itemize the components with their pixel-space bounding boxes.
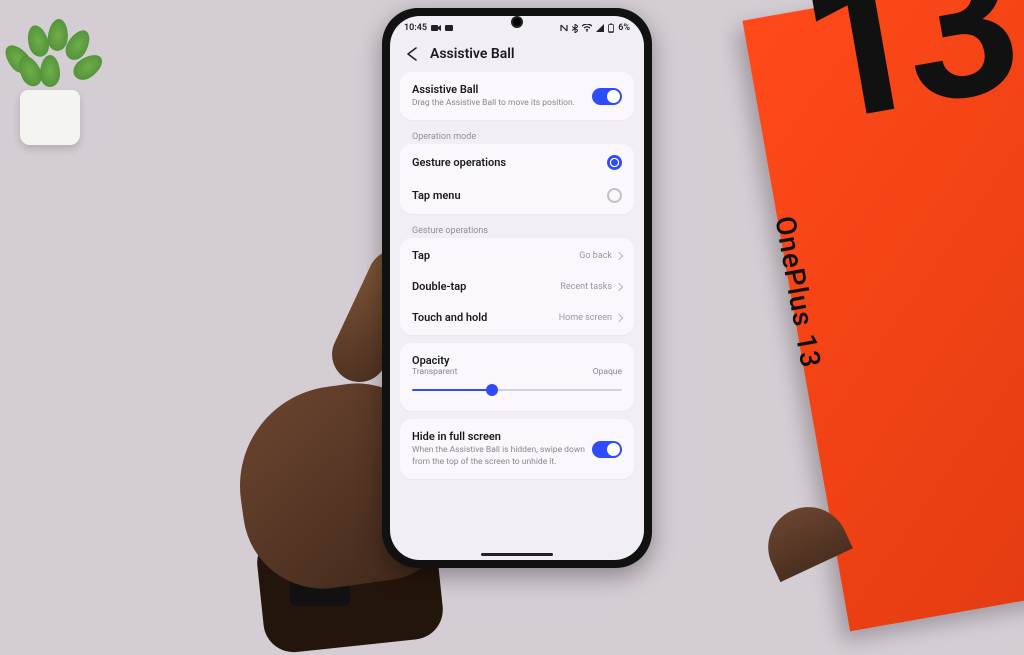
front-camera [511,16,523,28]
hide-full-screen-subtitle: When the Assistive Ball is hidden, swipe… [412,445,592,468]
operation-mode-card: Gesture operations Tap menu [400,144,634,214]
card-icon [445,24,453,32]
gesture-tap-row[interactable]: Tap Go back [400,240,634,271]
hide-full-screen-card: Hide in full screen When the Assistive B… [400,419,634,479]
gesture-touch-hold-row[interactable]: Touch and hold Home screen [400,302,634,333]
opacity-title: Opacity [412,354,622,367]
back-icon[interactable] [404,46,420,62]
chevron-right-icon [615,314,623,322]
battery-percent: 6% [618,23,630,33]
radio-gesture-operations[interactable] [607,155,622,170]
signal-icon [596,24,604,32]
hide-full-screen-row[interactable]: Hide in full screen When the Assistive B… [400,421,634,477]
opacity-card: Opacity Transparent Opaque [400,343,634,411]
battery-icon [608,23,614,33]
opacity-slider-thumb[interactable] [486,384,498,396]
hide-full-screen-toggle[interactable] [592,441,622,458]
gesture-ops-label: Gesture operations [400,222,634,238]
gesture-bar[interactable] [481,553,553,556]
chevron-right-icon [615,252,623,260]
tap-menu-option[interactable]: Tap menu [400,179,634,212]
product-box-label: OnePlus 13 [768,214,827,371]
chevron-right-icon [615,283,623,291]
assistive-ball-toggle[interactable] [592,88,622,105]
header: Assistive Ball [390,40,644,72]
hide-full-screen-title: Hide in full screen [412,430,592,443]
opacity-left-label: Transparent [412,367,457,377]
assistive-ball-card: Assistive Ball Drag the Assistive Ball t… [400,72,634,120]
assistive-ball-toggle-row[interactable]: Assistive Ball Drag the Assistive Ball t… [400,74,634,118]
nfc-icon [560,24,568,32]
bluetooth-icon [572,24,578,33]
page-title: Assistive Ball [430,46,515,62]
screen: 10:45 6% Assistive Ball [390,16,644,560]
plant-decor [0,15,110,145]
video-icon [431,24,441,32]
gesture-ops-card: Tap Go back Double-tap Recent tasks Touc… [400,238,634,335]
phone-frame: 10:45 6% Assistive Ball [382,8,652,568]
radio-tap-menu[interactable] [607,188,622,203]
assistive-ball-title: Assistive Ball [412,83,592,96]
gesture-double-tap-row[interactable]: Double-tap Recent tasks [400,271,634,302]
status-time: 10:45 [404,23,427,33]
gesture-operations-option[interactable]: Gesture operations [400,146,634,179]
operation-mode-label: Operation mode [400,128,634,144]
wifi-icon [582,24,592,32]
assistive-ball-subtitle: Drag the Assistive Ball to move its posi… [412,98,592,109]
opacity-slider[interactable] [412,383,622,397]
opacity-right-label: Opaque [593,367,622,377]
